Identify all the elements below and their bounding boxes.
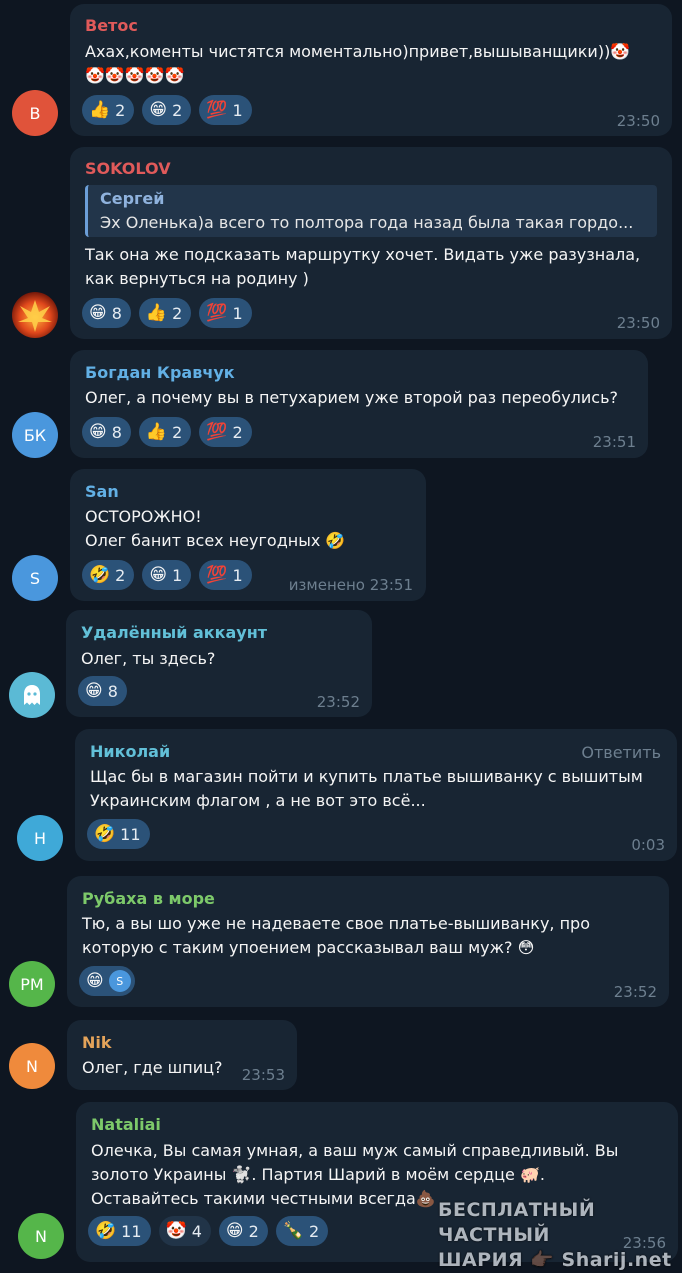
reaction-hundred[interactable]: 💯 1: [199, 560, 252, 590]
reaction-grin[interactable]: 😁 S: [79, 966, 135, 996]
phoenix-icon: [18, 300, 52, 332]
author-name[interactable]: Рубаха в море: [82, 889, 215, 908]
message-text: Украинским флагом , а не вот это всё...: [90, 791, 426, 810]
watermark: БЕСПЛАТНЫЙ ЧАСТНЫЙ ШАРИЯ 👉🏿 Sharij.net: [438, 1198, 682, 1273]
author-name[interactable]: Николай: [90, 742, 170, 761]
quote-text: Эх Оленька)а всего то полтора года назад…: [100, 213, 634, 232]
quote-author: Сергей: [100, 189, 165, 208]
message-time: 23:52: [613, 983, 657, 1001]
watermark-line: ШАРИЯ 👉🏿 Sharij.net: [438, 1249, 672, 1271]
message-text: Олечка, Вы самая умная, а ваш муж самый …: [91, 1141, 619, 1160]
message-time: 23:51: [592, 433, 636, 451]
message-text: Олег, а почему вы в петухарием уже второ…: [85, 388, 618, 407]
author-name[interactable]: Удалённый аккаунт: [81, 623, 267, 642]
author-name[interactable]: Богдан Кравчук: [85, 363, 235, 382]
message-time: изменено 23:51: [288, 576, 413, 594]
message-bubble[interactable]: SOKOLOV Сергей Эх Оленька)а всего то пол…: [70, 147, 672, 339]
message-text: Оставайтесь такими честными всегда💩: [91, 1189, 436, 1208]
message-text: как вернуться на родину ): [85, 269, 309, 288]
reaction-rofl[interactable]: 🤣 2: [82, 560, 135, 590]
reactions: 😁 8: [78, 676, 127, 706]
edited-label: изменено: [288, 576, 365, 594]
message-bubble[interactable]: Удалённый аккаунт Олег, ты здесь? 😁 8 23:…: [66, 610, 372, 717]
message-bubble[interactable]: Nik Олег, где шпиц? 23:53: [67, 1020, 297, 1090]
message-text: Ахах,коменты чистятся моментально)привет…: [85, 42, 631, 61]
message-time: 23:53: [241, 1066, 285, 1084]
reactor-avatar: S: [108, 970, 131, 992]
reply-button[interactable]: Ответить: [581, 743, 661, 762]
reaction-grin[interactable]: 😁 2: [218, 1216, 268, 1246]
reaction-champagne[interactable]: 🍾 2: [275, 1216, 329, 1246]
reactions: 🤣 2 😁 1 💯 1: [82, 560, 252, 590]
avatar[interactable]: Н: [17, 815, 63, 861]
message-text: 🤡🤡🤡🤡🤡: [85, 66, 185, 85]
reaction-grin[interactable]: 😁 1: [142, 560, 192, 590]
message-bubble[interactable]: San ОСТОРОЖНО! Олег банит всех неугодных…: [70, 469, 426, 601]
message-text: ОСТОРОЖНО!: [85, 507, 202, 526]
author-name[interactable]: Nataliai: [91, 1115, 161, 1134]
reaction-grin[interactable]: 😁 8: [82, 298, 131, 328]
author-name[interactable]: SOKOLOV: [85, 159, 171, 178]
message-text: Щас бы в магазин пойти и купить платье в…: [90, 767, 643, 786]
author-name[interactable]: Ветос: [85, 16, 138, 35]
reaction-thumbs-up[interactable]: 👍 2: [138, 417, 192, 447]
reactions: 🤣 11 🤡 4 😁 2 🍾 2: [88, 1216, 329, 1246]
reaction-rofl[interactable]: 🤣 11: [88, 1216, 151, 1246]
message-time: 23:50: [616, 112, 660, 130]
reaction-clown[interactable]: 🤡 4: [158, 1216, 211, 1246]
reactions: 😁 S: [79, 966, 135, 996]
message-text: которую с таким упоением рассказывал ваш…: [82, 938, 535, 957]
message-text: Олег, где шпиц?: [82, 1058, 223, 1077]
reactions: 🤣 11: [87, 819, 150, 849]
watermark-line: БЕСПЛАТНЫЙ ЧАСТНЫЙ: [438, 1199, 596, 1246]
message-time: 23:50: [616, 314, 660, 332]
avatar[interactable]: В: [12, 90, 58, 136]
reaction-thumbs-up[interactable]: 👍 2: [138, 298, 192, 328]
reaction-rofl[interactable]: 🤣 11: [87, 819, 150, 849]
ghost-icon: [24, 685, 40, 705]
avatar[interactable]: [12, 292, 58, 338]
avatar[interactable]: PM: [9, 961, 55, 1007]
message-bubble[interactable]: Ветос Ахах,коменты чистятся моментально)…: [70, 4, 672, 136]
reaction-grin[interactable]: 😁 2: [142, 95, 192, 125]
message-time: 0:03: [631, 836, 665, 854]
message-text: Так она же подсказать маршрутку хочет. В…: [85, 245, 641, 264]
reply-quote[interactable]: Сергей Эх Оленька)а всего то полтора год…: [85, 185, 657, 237]
author-name[interactable]: San: [85, 482, 119, 501]
reaction-hundred[interactable]: 💯 2: [199, 417, 252, 447]
message-bubble[interactable]: Николай Ответить Щас бы в магазин пойти …: [75, 729, 677, 861]
reaction-hundred[interactable]: 💯 1: [199, 298, 252, 328]
reaction-grin[interactable]: 😁 8: [78, 676, 127, 706]
message-text: Олег банит всех неугодных 🤣: [85, 531, 346, 550]
avatar[interactable]: S: [12, 555, 58, 601]
message-time: 23:52: [316, 693, 360, 711]
reactions: 😁 8 👍 2 💯 2: [82, 417, 252, 447]
reactions: 👍 2 😁 2 💯 1: [82, 95, 252, 125]
message-bubble[interactable]: Богдан Кравчук Олег, а почему вы в петух…: [70, 350, 648, 458]
avatar[interactable]: БК: [12, 412, 58, 458]
reaction-grin[interactable]: 😁 8: [82, 417, 131, 447]
reactions: 😁 8 👍 2 💯 1: [82, 298, 252, 328]
author-name[interactable]: Nik: [82, 1033, 112, 1052]
avatar[interactable]: N: [18, 1213, 64, 1259]
avatar[interactable]: [9, 672, 55, 718]
message-text: Олег, ты здесь?: [81, 649, 216, 668]
reaction-thumbs-up[interactable]: 👍 2: [82, 95, 135, 125]
message-bubble[interactable]: Рубаха в море Тю, а вы шо уже не надевае…: [67, 876, 669, 1007]
avatar[interactable]: N: [9, 1043, 55, 1089]
reaction-hundred[interactable]: 💯 1: [199, 95, 252, 125]
message-text: Тю, а вы шо уже не надеваете свое платье…: [82, 914, 590, 933]
message-text: золото Украины 🐩. Партия Шарий в моём се…: [91, 1165, 545, 1184]
